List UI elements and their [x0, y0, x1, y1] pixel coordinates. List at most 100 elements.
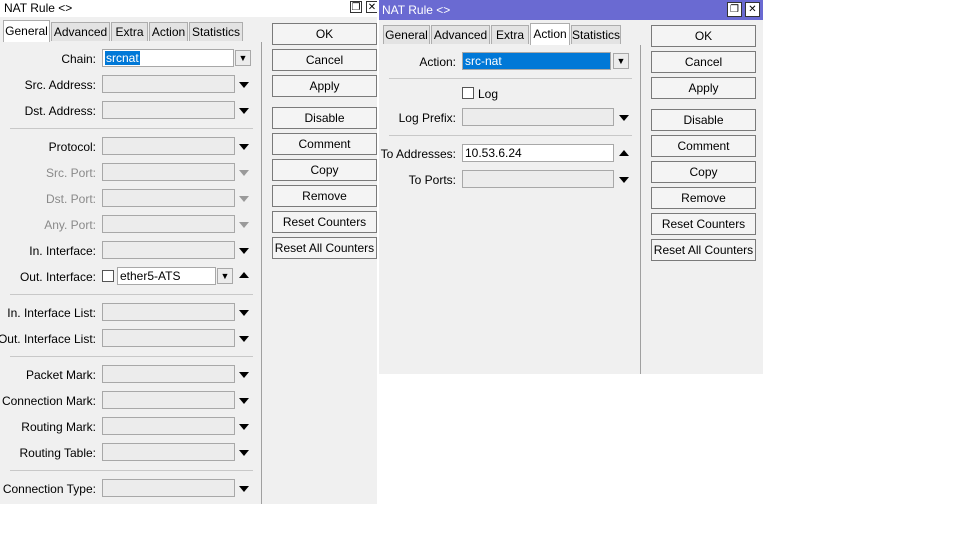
connection-mark-label: Connection Mark:	[1, 394, 96, 408]
any-port-label: Any. Port:	[44, 218, 96, 232]
log-prefix-field[interactable]	[462, 108, 614, 126]
dst-port-dropdown-icon	[238, 194, 250, 204]
in-interface-list-label: In. Interface List:	[7, 306, 96, 320]
tab-statistics[interactable]: Statistics	[189, 22, 243, 41]
close-icon[interactable]: ✕	[745, 2, 760, 17]
any-port-dropdown-icon	[238, 220, 250, 230]
tab-extra[interactable]: Extra	[491, 25, 529, 44]
divider	[10, 294, 253, 295]
tab-action[interactable]: Action	[530, 23, 570, 45]
connection-type-field[interactable]	[102, 479, 235, 497]
routing-table-label: Routing Table:	[19, 446, 97, 460]
remove-button[interactable]: Remove	[272, 185, 377, 207]
out-interface-invert-checkbox[interactable]	[102, 270, 114, 282]
cancel-button[interactable]: Cancel	[651, 51, 756, 73]
src-address-label: Src. Address:	[24, 78, 96, 92]
tab-general[interactable]: General	[3, 20, 50, 42]
tab-extra[interactable]: Extra	[111, 22, 148, 41]
copy-button[interactable]: Copy	[651, 161, 756, 183]
divider	[389, 135, 632, 136]
connection-type-dropdown-icon[interactable]	[238, 484, 250, 494]
apply-button[interactable]: Apply	[651, 77, 756, 99]
to-addresses-collapse-icon[interactable]	[618, 149, 630, 159]
out-interface-label: Out. Interface:	[19, 270, 96, 284]
maximize-icon[interactable]: ❐	[727, 2, 742, 17]
protocol-dropdown-icon[interactable]	[238, 142, 250, 152]
out-interface-list-dropdown-icon[interactable]	[238, 334, 250, 344]
remove-button[interactable]: Remove	[651, 187, 756, 209]
maximize-icon[interactable]: ❐	[350, 1, 362, 13]
reset-counters-button[interactable]: Reset Counters	[651, 213, 756, 235]
ok-button[interactable]: OK	[272, 23, 377, 45]
in-interface-label: In. Interface:	[29, 244, 96, 258]
routing-table-field[interactable]	[102, 443, 235, 461]
tab-general[interactable]: General	[383, 25, 430, 44]
chain-dropdown-icon[interactable]: ▼	[235, 50, 251, 66]
copy-button[interactable]: Copy	[272, 159, 377, 181]
to-ports-label: To Ports:	[408, 173, 456, 187]
reset-all-counters-button[interactable]: Reset All Counters	[651, 239, 756, 261]
packet-mark-field[interactable]	[102, 365, 235, 383]
action-field[interactable]: src-nat	[462, 52, 611, 70]
dst-address-label: Dst. Address:	[24, 104, 96, 118]
chain-label: Chain:	[61, 52, 96, 66]
title-bar[interactable]: NAT Rule <> ❐ ✕	[379, 0, 763, 20]
divider	[389, 78, 632, 79]
panel-divider	[261, 42, 262, 504]
dst-port-field[interactable]	[102, 189, 235, 207]
nat-rule-window-general: NAT Rule <> ❐ ✕ General Advanced Extra A…	[0, 0, 377, 504]
routing-mark-dropdown-icon[interactable]	[238, 422, 250, 432]
apply-button[interactable]: Apply	[272, 75, 377, 97]
cancel-button[interactable]: Cancel	[272, 49, 377, 71]
close-icon[interactable]: ✕	[366, 1, 377, 13]
in-interface-list-dropdown-icon[interactable]	[238, 308, 250, 318]
disable-button[interactable]: Disable	[651, 109, 756, 131]
out-interface-collapse-icon[interactable]	[238, 271, 250, 281]
src-address-dropdown-icon[interactable]	[238, 80, 250, 90]
disable-button[interactable]: Disable	[272, 107, 377, 129]
log-checkbox[interactable]	[462, 87, 474, 99]
in-interface-list-field[interactable]	[102, 303, 235, 321]
connection-mark-field[interactable]	[102, 391, 235, 409]
protocol-field[interactable]	[102, 137, 235, 155]
out-interface-list-label: Out. Interface List:	[0, 332, 96, 346]
to-ports-field[interactable]	[462, 170, 614, 188]
comment-button[interactable]: Comment	[272, 133, 377, 155]
chain-field[interactable]: srcnat	[102, 49, 234, 67]
out-interface-list-field[interactable]	[102, 329, 235, 347]
tab-action[interactable]: Action	[149, 22, 188, 41]
dst-address-field[interactable]	[102, 101, 235, 119]
log-prefix-label: Log Prefix:	[398, 111, 456, 125]
window-title: NAT Rule <>	[382, 3, 451, 17]
connection-mark-dropdown-icon[interactable]	[238, 396, 250, 406]
connection-type-label: Connection Type:	[2, 482, 96, 496]
src-address-field[interactable]	[102, 75, 235, 93]
in-interface-field[interactable]	[102, 241, 235, 259]
routing-table-dropdown-icon[interactable]	[238, 448, 250, 458]
src-port-field[interactable]	[102, 163, 235, 181]
action-dropdown-icon[interactable]: ▼	[613, 53, 629, 69]
log-label: Log	[478, 87, 499, 101]
to-ports-dropdown-icon[interactable]	[618, 175, 630, 185]
divider	[10, 356, 253, 357]
dst-address-dropdown-icon[interactable]	[238, 106, 250, 116]
in-interface-dropdown-icon[interactable]	[238, 246, 250, 256]
any-port-field[interactable]	[102, 215, 235, 233]
out-interface-dropdown-icon[interactable]: ▼	[217, 268, 233, 284]
window-title: NAT Rule <>	[4, 1, 73, 15]
log-prefix-dropdown-icon[interactable]	[618, 113, 630, 123]
reset-all-counters-button[interactable]: Reset All Counters	[272, 237, 377, 259]
out-interface-field[interactable]: ether5-ATS	[117, 267, 216, 285]
packet-mark-dropdown-icon[interactable]	[238, 370, 250, 380]
to-addresses-label: To Addresses:	[380, 147, 456, 161]
tab-statistics[interactable]: Statistics	[571, 25, 621, 44]
ok-button[interactable]: OK	[651, 25, 756, 47]
tab-advanced[interactable]: Advanced	[51, 22, 110, 41]
comment-button[interactable]: Comment	[651, 135, 756, 157]
to-addresses-field[interactable]: 10.53.6.24	[462, 144, 614, 162]
title-bar[interactable]: NAT Rule <> ❐ ✕	[0, 0, 377, 17]
reset-counters-button[interactable]: Reset Counters	[272, 211, 377, 233]
chain-value: srcnat	[105, 51, 140, 65]
routing-mark-field[interactable]	[102, 417, 235, 435]
tab-advanced[interactable]: Advanced	[431, 25, 490, 44]
